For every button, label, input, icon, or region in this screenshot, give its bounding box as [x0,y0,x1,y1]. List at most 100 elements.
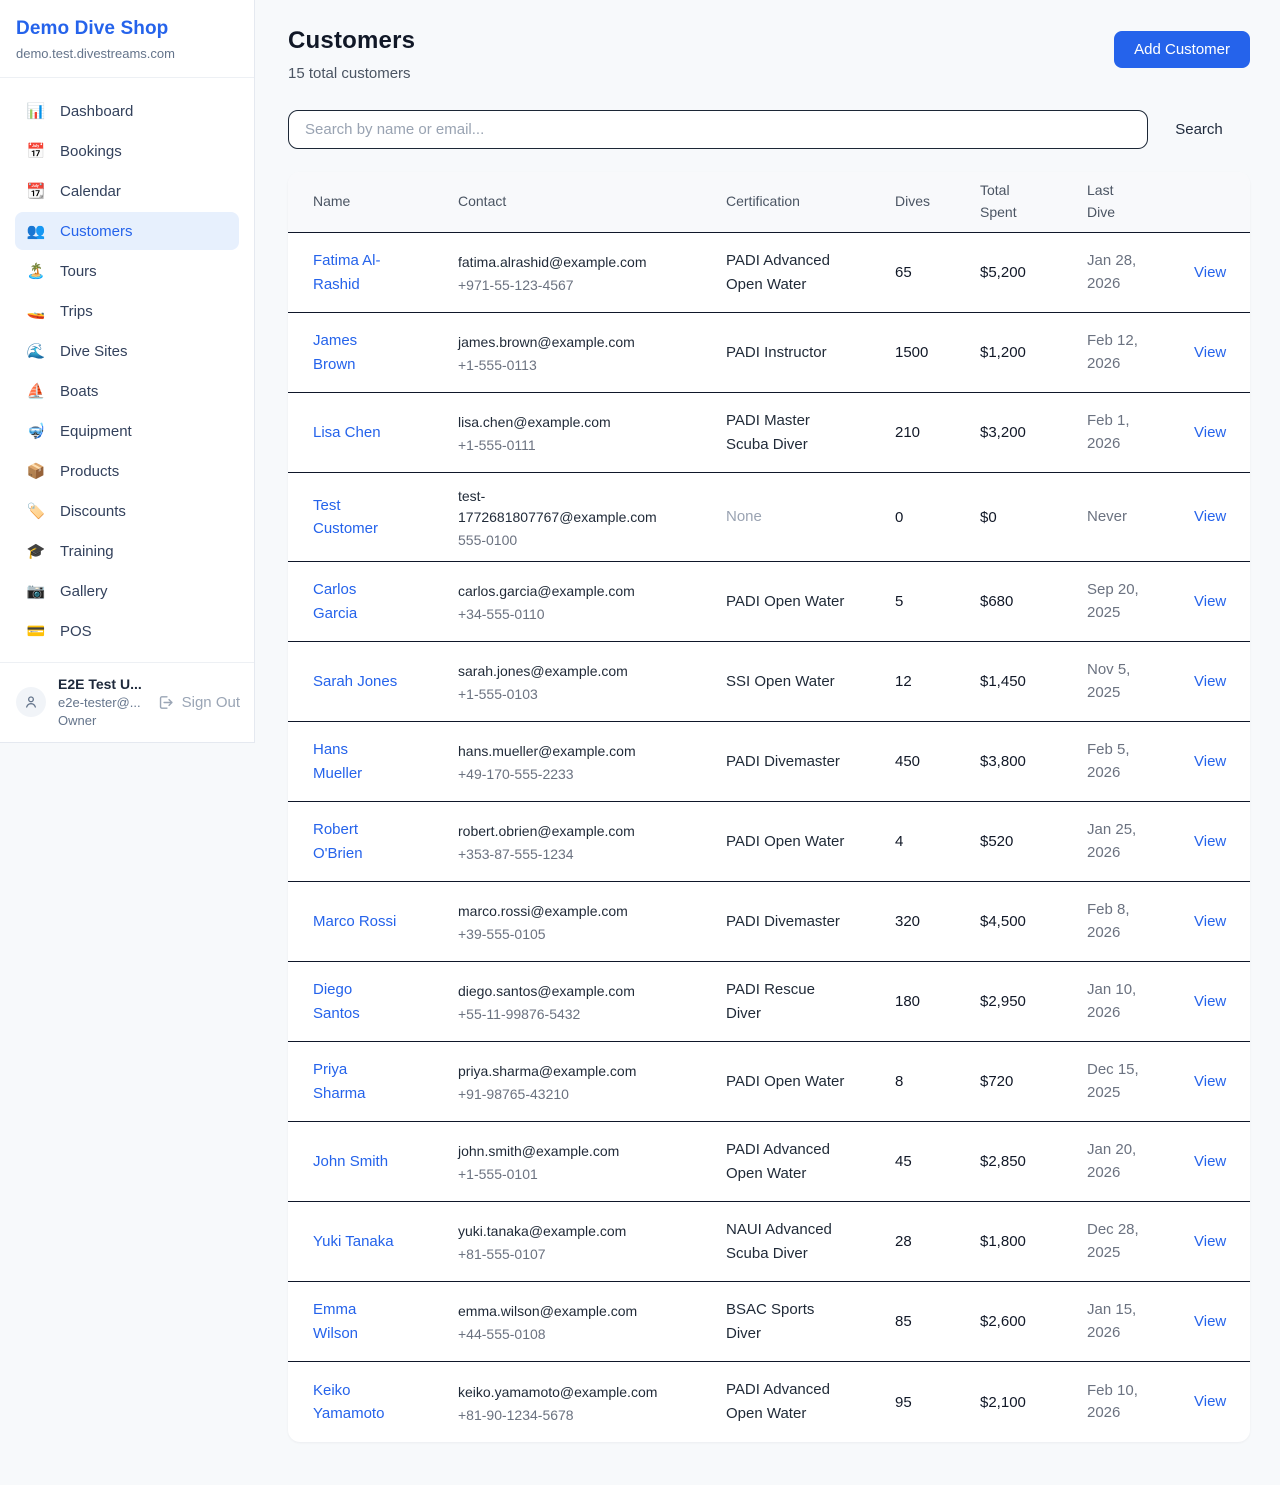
customer-total-spent: $520 [980,833,1063,850]
customer-view-cell: View [1194,673,1226,691]
customer-total-spent: $2,600 [980,1313,1063,1330]
customer-name-link[interactable]: Robert O'Brien [313,818,400,865]
customer-certification: PADI Divemaster [726,910,852,934]
sign-out-label: Sign Out [182,694,240,711]
view-customer-link[interactable]: View [1194,593,1226,610]
customer-name-link[interactable]: Sarah Jones [313,670,397,693]
customer-phone: +34-555-0110 [458,606,670,622]
sidebar-item-discounts[interactable]: 🏷️ Discounts [15,492,239,530]
customer-total-spent: $3,800 [980,753,1063,770]
column-header-certification: Certification [726,191,871,213]
customer-dives: 320 [895,913,956,930]
products-icon: 📦 [26,462,46,480]
customer-last-dive: Sep 20, 2025 [1087,579,1147,624]
customer-name-link[interactable]: Carlos Garcia [313,578,400,625]
sign-out-icon [157,694,174,711]
view-customer-link[interactable]: View [1194,913,1226,930]
customer-certification: SSI Open Water [726,670,852,694]
customer-contact-cell: carlos.garcia@example.com +34-555-0110 [458,581,670,622]
sidebar-item-dashboard[interactable]: 📊 Dashboard [15,92,239,130]
user-section: E2E Test U... e2e-tester@... Owner Sign … [0,662,254,742]
customer-name-link[interactable]: James Brown [313,329,400,376]
customers-table: Name Contact Certification Dives Total S… [288,172,1250,1442]
view-customer-link[interactable]: View [1194,673,1226,690]
view-customer-link[interactable]: View [1194,508,1226,525]
view-customer-link[interactable]: View [1194,1153,1226,1170]
customer-last-dive: Jan 20, 2026 [1087,1139,1147,1184]
sidebar-item-trips[interactable]: 🚤 Trips [15,292,239,330]
customer-dives: 5 [895,593,956,610]
customer-phone: +44-555-0108 [458,1326,670,1342]
customer-view-cell: View [1194,508,1226,526]
customer-certification: PADI Open Water [726,590,852,614]
sidebar-item-tours[interactable]: 🏝️ Tours [15,252,239,290]
customer-name-link[interactable]: Test Customer [313,494,400,541]
customer-last-dive: Feb 8, 2026 [1087,899,1147,944]
customer-name-link[interactable]: Priya Sharma [313,1058,400,1105]
sidebar-item-boats[interactable]: ⛵ Boats [15,372,239,410]
view-customer-link[interactable]: View [1194,833,1226,850]
view-customer-link[interactable]: View [1194,344,1226,361]
customer-name-link[interactable]: Keiko Yamamoto [313,1379,400,1426]
column-header-total-spent: Total Spent [980,180,1063,223]
sidebar-item-products[interactable]: 📦 Products [15,452,239,490]
customer-view-cell: View [1194,1313,1226,1331]
table-row: Sarah Jones sarah.jones@example.com +1-5… [288,642,1250,722]
sidebar-item-customers[interactable]: 👥 Customers [15,212,239,250]
boats-icon: ⛵ [26,382,46,400]
view-customer-link[interactable]: View [1194,424,1226,441]
sidebar-item-dive-sites[interactable]: 🌊 Dive Sites [15,332,239,370]
customer-phone: +1-555-0113 [458,357,670,373]
customer-name-link[interactable]: Marco Rossi [313,910,396,933]
sidebar-item-equipment[interactable]: 🤿 Equipment [15,412,239,450]
search-button[interactable]: Search [1148,121,1250,138]
customer-dives: 4 [895,833,956,850]
customers-icon: 👥 [26,222,46,240]
customer-certification: PADI Open Water [726,1070,852,1094]
sidebar-item-pos[interactable]: 💳 POS [15,612,239,650]
customer-name-link[interactable]: Yuki Tanaka [313,1230,394,1253]
view-customer-link[interactable]: View [1194,753,1226,770]
customer-email: keiko.yamamoto@example.com [458,1382,670,1403]
customer-name-link[interactable]: Lisa Chen [313,421,381,444]
customer-name-link[interactable]: Diego Santos [313,978,400,1025]
customer-name-link[interactable]: Hans Mueller [313,738,400,785]
customer-name-link[interactable]: John Smith [313,1150,388,1173]
sidebar-item-gallery[interactable]: 📷 Gallery [15,572,239,610]
search-input[interactable] [288,110,1148,149]
customer-email: robert.obrien@example.com [458,821,670,842]
user-email: e2e-tester@... [58,695,145,710]
customer-name-cell: Fatima Al-Rashid [313,249,434,296]
sidebar-item-calendar[interactable]: 📆 Calendar [15,172,239,210]
view-customer-link[interactable]: View [1194,264,1226,281]
view-customer-link[interactable]: View [1194,1233,1226,1250]
customer-view-cell: View [1194,993,1226,1011]
view-customer-link[interactable]: View [1194,1393,1226,1410]
sidebar-item-label: Customers [60,223,133,240]
customer-name-cell: James Brown [313,329,434,376]
customer-name-link[interactable]: Fatima Al-Rashid [313,249,400,296]
customer-last-dive: Nov 5, 2025 [1087,659,1147,704]
customer-name-link[interactable]: Emma Wilson [313,1298,400,1345]
customer-contact-cell: hans.mueller@example.com +49-170-555-223… [458,741,670,782]
customer-email: yuki.tanaka@example.com [458,1221,670,1242]
customer-certification: PADI Master Scuba Diver [726,409,852,457]
sign-out-button[interactable]: Sign Out [157,694,240,711]
customer-name-cell: Sarah Jones [313,670,434,693]
search-row: Search [288,110,1250,149]
add-customer-button[interactable]: Add Customer [1114,31,1250,68]
view-customer-link[interactable]: View [1194,1313,1226,1330]
table-row: Test Customer test-1772681807767@example… [288,473,1250,562]
customer-certification: PADI Instructor [726,341,852,365]
customer-phone: +81-555-0107 [458,1246,670,1262]
customer-contact-cell: priya.sharma@example.com +91-98765-43210 [458,1061,670,1102]
customer-phone: +971-55-123-4567 [458,277,670,293]
sidebar-item-bookings[interactable]: 📅 Bookings [15,132,239,170]
customer-contact-cell: emma.wilson@example.com +44-555-0108 [458,1301,670,1342]
view-customer-link[interactable]: View [1194,1073,1226,1090]
sidebar-item-label: Dashboard [60,103,133,120]
view-customer-link[interactable]: View [1194,993,1226,1010]
sidebar-item-training[interactable]: 🎓 Training [15,532,239,570]
table-row: Hans Mueller hans.mueller@example.com +4… [288,722,1250,802]
gallery-icon: 📷 [26,582,46,600]
